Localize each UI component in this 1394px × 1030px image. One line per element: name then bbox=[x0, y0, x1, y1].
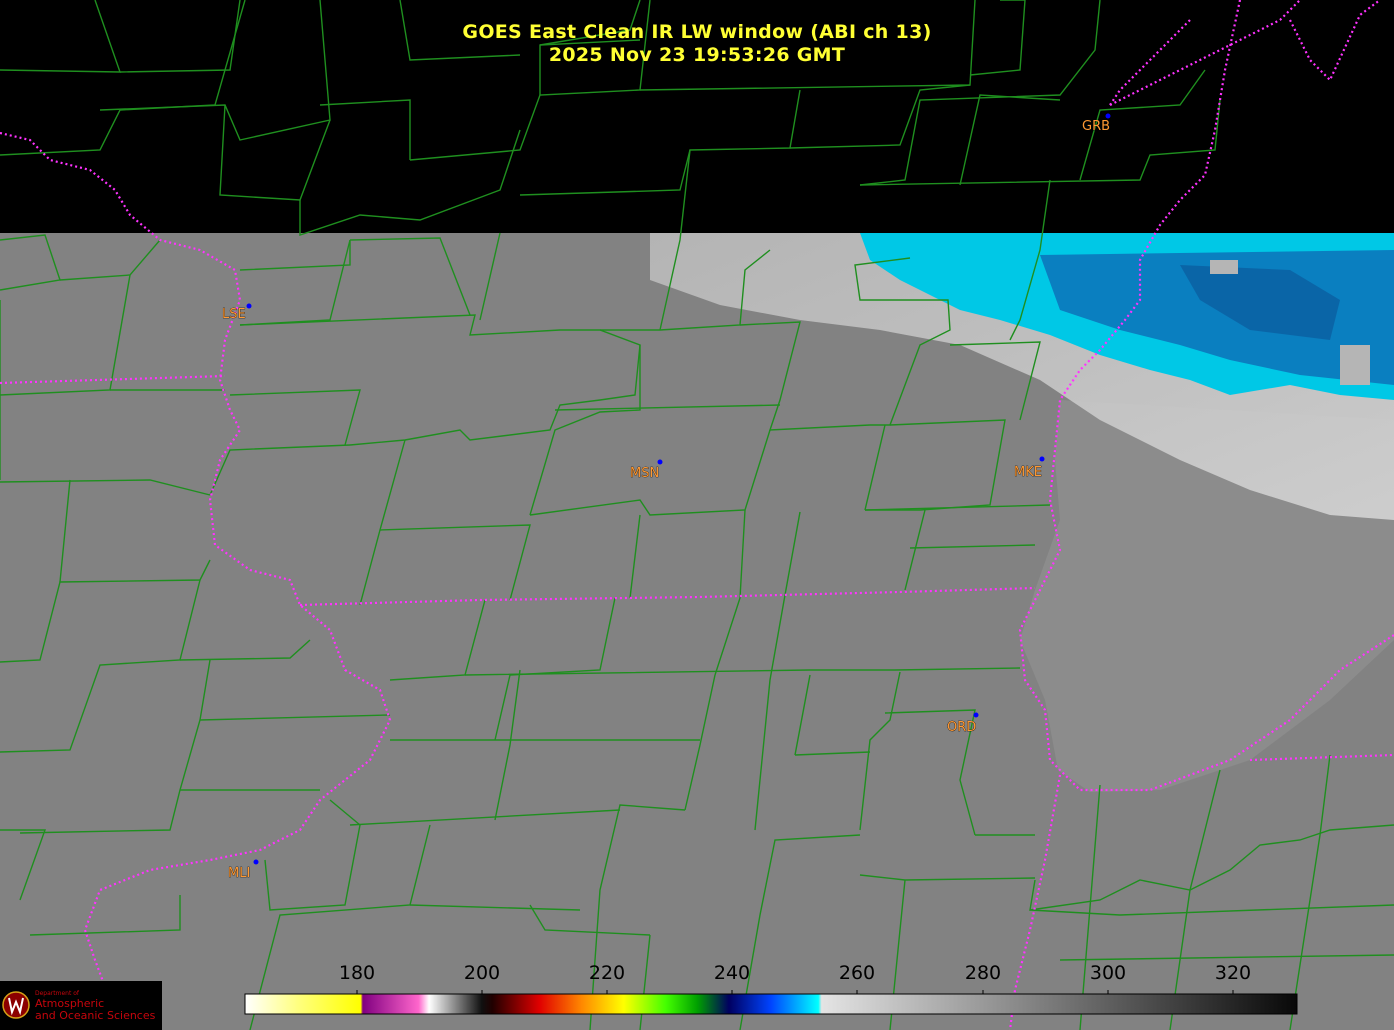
colorbar-tick-label: 180 bbox=[338, 962, 376, 984]
logo-dept-text: Department of bbox=[35, 990, 79, 997]
satellite-viewer: GRB LSE MSN MKE ORD MLI GOES East Clean … bbox=[0, 0, 1394, 1030]
city-dot-grb bbox=[1105, 113, 1111, 119]
image-title: GOES East Clean IR LW window (ABI ch 13) bbox=[462, 21, 932, 43]
city-label-msn: MSN bbox=[630, 466, 659, 481]
colorbar-tick-label: 300 bbox=[1089, 962, 1127, 984]
city-dot-msn bbox=[657, 459, 663, 465]
colorbar bbox=[244, 993, 1298, 1015]
colorbar-tick-label: 280 bbox=[964, 962, 1002, 984]
colorbar-tick-label: 240 bbox=[713, 962, 751, 984]
city-label-ord: ORD bbox=[947, 720, 976, 735]
cloud-gap bbox=[1340, 345, 1370, 385]
city-label-lse: LSE bbox=[222, 307, 246, 322]
aos-logo: Department of Atmospheric and Oceanic Sc… bbox=[0, 981, 162, 1030]
city-label-mke: MKE bbox=[1014, 465, 1042, 480]
colorbar-tick-label: 320 bbox=[1214, 962, 1252, 984]
city-label-grb: GRB bbox=[1082, 119, 1110, 134]
city-label-mli: MLI bbox=[228, 866, 250, 881]
satellite-map: GRB LSE MSN MKE ORD MLI bbox=[0, 0, 1394, 1030]
colorbar-tick-label: 200 bbox=[463, 962, 501, 984]
colorbar-tick-label: 260 bbox=[838, 962, 876, 984]
city-dot-mli bbox=[253, 859, 259, 865]
logo-line-2: and Oceanic Sciences bbox=[35, 1009, 156, 1022]
city-dot-ord bbox=[973, 712, 979, 718]
colorbar-tick-label: 220 bbox=[588, 962, 626, 984]
image-timestamp: 2025 Nov 23 19:53:26 GMT bbox=[548, 44, 846, 66]
cloud-gap bbox=[1210, 260, 1238, 274]
uw-crest-icon bbox=[2, 991, 30, 1019]
city-dot-lse bbox=[246, 303, 252, 309]
city-dot-mke bbox=[1039, 456, 1045, 462]
